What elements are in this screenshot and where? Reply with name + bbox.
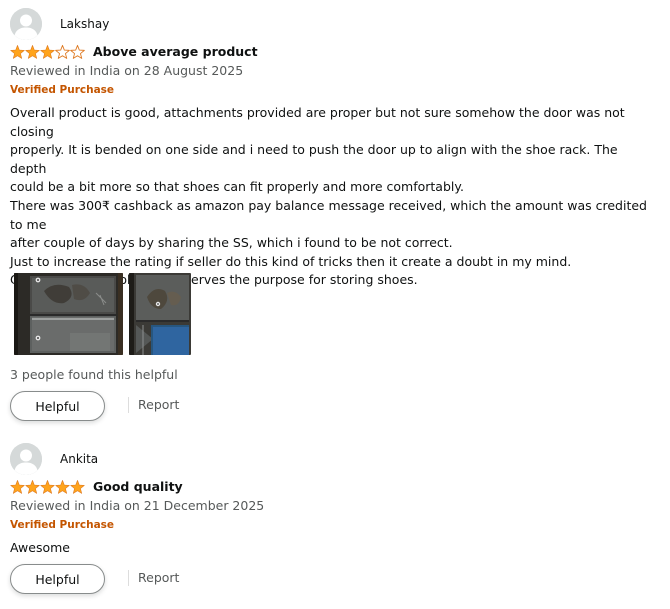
star-outline-icon <box>55 44 70 59</box>
star-filled-icon <box>55 480 70 494</box>
star-filled-icon <box>40 45 55 59</box>
review-photo-shoe-rack-1[interactable] <box>14 273 123 355</box>
verified-purchase-badge: Verified Purchase <box>10 519 115 531</box>
action-divider <box>128 397 129 413</box>
review-card: Ankita Good quality Reviewed in India on… <box>10 443 655 594</box>
star-filled-icon <box>70 480 85 494</box>
review-body: Awesome <box>10 539 655 558</box>
star-outline-icon <box>70 44 85 59</box>
review-body-line: could be a bit more so that shoes can fi… <box>10 179 464 195</box>
reviewer-name: Lakshay <box>60 17 110 31</box>
star-filled-icon <box>25 480 40 494</box>
review-actions: Helpful Report <box>10 564 410 594</box>
star-rating[interactable] <box>10 479 86 495</box>
review-body-line: Overall product is good, attachments pro… <box>10 105 629 139</box>
review-title[interactable]: Above average product <box>93 43 258 61</box>
review-date: Reviewed in India on 28 August 2025 <box>10 63 244 78</box>
default-user-avatar-icon <box>10 8 42 40</box>
star-filled-icon <box>40 480 55 494</box>
review-actions: Helpful Report <box>10 391 410 421</box>
review-body-line: properly. It is bended on one side and i… <box>10 142 622 176</box>
star-filled-icon <box>25 45 40 59</box>
review-body-line: Awesome <box>10 540 70 555</box>
reviewer-profile[interactable]: Ankita <box>10 443 655 475</box>
star-filled-icon <box>10 480 25 494</box>
helpful-count: 3 people found this helpful <box>10 367 178 382</box>
review-date: Reviewed in India on 21 December 2025 <box>10 498 265 513</box>
review-photo-shoe-rack-2[interactable] <box>129 273 191 355</box>
review-body-line: after couple of days by sharing the SS, … <box>10 235 453 251</box>
reviewer-name: Ankita <box>60 452 99 466</box>
star-rating[interactable] <box>10 44 86 60</box>
review-body-line: Just to increase the rating if seller do… <box>10 253 572 269</box>
star-filled-icon <box>10 45 25 59</box>
review-body-line: There was 300₹ cashback as amazon pay ba… <box>10 197 651 232</box>
helpful-button[interactable]: Helpful <box>10 564 105 594</box>
review-title[interactable]: Good quality <box>93 478 183 496</box>
reviewer-profile[interactable]: Lakshay <box>10 8 655 40</box>
report-link[interactable]: Report <box>138 570 179 586</box>
default-user-avatar-icon <box>10 443 42 475</box>
report-link[interactable]: Report <box>138 397 179 413</box>
review-body: Overall product is good, attachments pro… <box>10 104 655 290</box>
helpful-button[interactable]: Helpful <box>10 391 105 421</box>
action-divider <box>128 570 129 586</box>
verified-purchase-badge: Verified Purchase <box>10 84 115 96</box>
review-card: Lakshay Above average product Reviewed i… <box>10 8 655 421</box>
